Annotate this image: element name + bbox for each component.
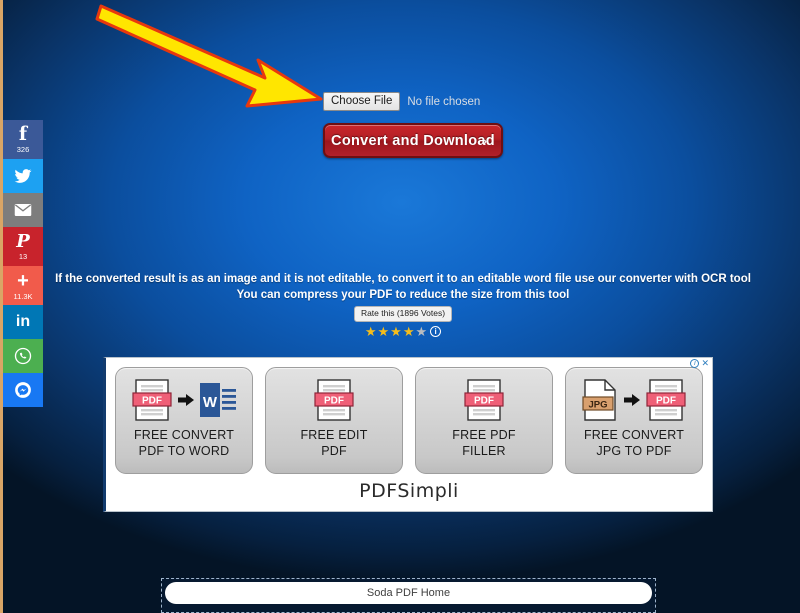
social-button-whatsapp[interactable] (3, 339, 43, 373)
ad-card-label-line2: PDF (321, 444, 347, 458)
star-icon-5[interactable]: ★ (415, 325, 427, 338)
choose-file-button[interactable]: Choose File (323, 92, 401, 111)
social-button-sharethis[interactable]: + 11.3K (3, 266, 43, 305)
pdf-file-icon: PDF (646, 379, 686, 421)
social-share-sidebar: f 326 P 13 + 11.3K in (3, 120, 43, 407)
arrow-right-icon (624, 394, 640, 406)
ad-card-label-line1: FREE PDF (452, 428, 516, 442)
svg-text:PDF: PDF (324, 396, 344, 407)
ad-card-convert-jpg-to-pdf[interactable]: JPG PDF FREE CONVERT JPG TO PDF (565, 367, 703, 474)
svg-text:PDF: PDF (656, 396, 676, 407)
ad-brand-name: PDFSimpli (359, 480, 459, 502)
no-file-chosen-label: No file chosen (407, 95, 481, 108)
linkedin-icon: in (15, 313, 31, 330)
social-button-twitter[interactable] (3, 159, 43, 193)
convert-button-label: Convert and Download (331, 132, 495, 149)
ad-card-label-line1: FREE EDIT (300, 428, 368, 442)
star-rating[interactable]: ★ ★ ★ ★ ★ i (3, 325, 800, 338)
ad-card-edit-pdf[interactable]: PDF FREE EDIT PDF (265, 367, 403, 474)
info-line-compress: You can compress your PDF to reduce the … (236, 289, 570, 301)
rating-widget: Rate this (1896 Votes) ★ ★ ★ ★ ★ i (3, 303, 800, 338)
icon-row: JPG PDF (582, 377, 686, 423)
info-text-block: If the converted result is as an image a… (3, 271, 800, 303)
adchoices-icon[interactable]: i (690, 359, 700, 368)
jpg-file-icon: JPG (582, 379, 616, 421)
info-line-ocr: If the converted result is as an image a… (55, 273, 751, 285)
arrow-right-icon (178, 394, 194, 406)
star-icon-4[interactable]: ★ (403, 325, 415, 338)
social-button-pinterest[interactable]: P 13 (3, 227, 43, 266)
facebook-icon: f (18, 123, 28, 146)
svg-text:PDF: PDF (142, 396, 162, 407)
social-button-messenger[interactable] (3, 373, 43, 407)
advertisement-panel[interactable]: i ✕ PDF W FREE CONVERT PDF TO WORD PDF F… (103, 357, 713, 512)
pdf-file-icon: PDF (314, 379, 354, 421)
svg-text:PDF: PDF (474, 396, 494, 407)
word-file-icon: W (200, 383, 236, 417)
star-icon-2[interactable]: ★ (378, 325, 390, 338)
social-button-facebook[interactable]: f 326 (3, 120, 43, 159)
ad-card-list: PDF W FREE CONVERT PDF TO WORD PDF FREE … (106, 358, 712, 474)
social-button-linkedin[interactable]: in (3, 305, 43, 339)
sharethis-count: 11.3K (13, 291, 33, 301)
icon-row: PDF (464, 377, 504, 423)
ad-card-label-line2: JPG TO PDF (596, 444, 672, 458)
close-icon[interactable]: ✕ (701, 359, 709, 368)
ad-card-label: FREE EDIT PDF (300, 427, 367, 459)
convert-and-download-button[interactable]: Convert and Download › (323, 123, 503, 158)
ad-card-label-line1: FREE CONVERT (133, 428, 235, 442)
plus-icon: + (17, 269, 29, 292)
chevron-right-icon: › (483, 135, 487, 146)
soda-pdf-home-button[interactable]: Soda PDF Home (165, 582, 652, 604)
ad-card-label: FREE PDF FILLER (452, 427, 515, 459)
upload-controls: Choose File No file chosen Convert and D… (323, 92, 503, 158)
star-icon-3[interactable]: ★ (390, 325, 402, 338)
bottom-ad-banner[interactable]: Soda PDF Home (161, 578, 656, 613)
ad-card-convert-pdf-to-word[interactable]: PDF W FREE CONVERT PDF TO WORD (115, 367, 253, 474)
page-root: f 326 P 13 + 11.3K in Choose File No fil… (0, 0, 800, 613)
ad-card-label-line2: FILLER (462, 444, 506, 458)
info-icon[interactable]: i (430, 326, 442, 337)
messenger-icon (14, 381, 32, 399)
ad-card-pdf-filler[interactable]: PDF FREE PDF FILLER (415, 367, 553, 474)
facebook-count: 326 (16, 145, 30, 155)
whatsapp-icon (14, 347, 32, 365)
pinterest-count: 13 (18, 251, 28, 261)
rate-this-tooltip: Rate this (1896 Votes) (353, 306, 453, 322)
ad-card-label: FREE CONVERT PDF TO WORD (134, 427, 234, 459)
svg-text:JPG: JPG (588, 400, 607, 411)
pdf-file-icon: PDF (464, 379, 504, 421)
svg-text:W: W (203, 394, 218, 411)
file-input-row[interactable]: Choose File No file chosen (323, 92, 503, 111)
ad-choices-controls[interactable]: i ✕ (690, 359, 709, 368)
ad-card-label-line2: PDF TO WORD (138, 444, 230, 458)
twitter-icon (14, 167, 32, 185)
pdf-file-icon: PDF (132, 379, 172, 421)
icon-row: PDF W (132, 377, 236, 423)
envelope-icon (14, 201, 32, 219)
icon-row: PDF (314, 377, 354, 423)
pinterest-icon: P (16, 230, 30, 252)
ad-card-label-line1: FREE CONVERT (583, 428, 685, 442)
star-icon-1[interactable]: ★ (365, 325, 377, 338)
social-button-email[interactable] (3, 193, 43, 227)
ad-card-label: FREE CONVERT JPG TO PDF (584, 427, 684, 459)
